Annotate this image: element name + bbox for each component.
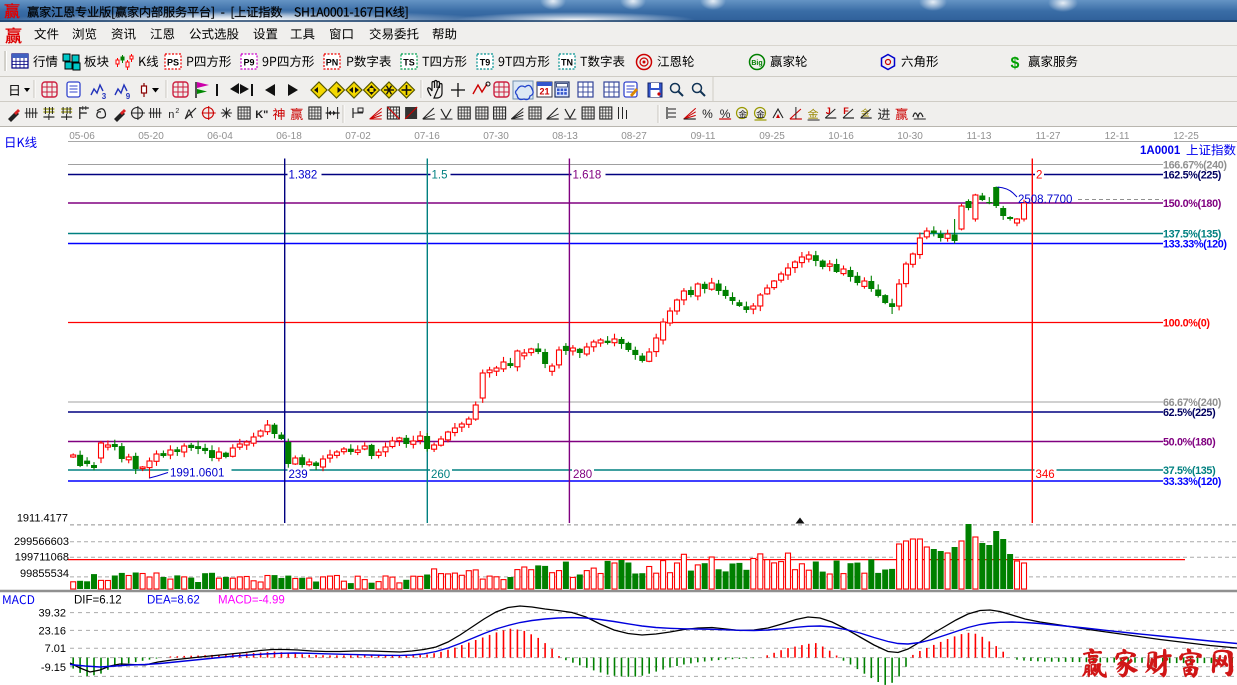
svg-text:PN: PN: [326, 58, 339, 68]
svg-text:2: 2: [1036, 170, 1042, 182]
svg-text:10-16: 10-16: [828, 131, 854, 142]
svg-text:3: 3: [102, 92, 107, 101]
svg-text:239: 239: [289, 469, 308, 481]
svg-text:P9: P9: [243, 58, 254, 68]
svg-text:199711068: 199711068: [15, 552, 69, 564]
svg-text:n: n: [168, 109, 174, 121]
svg-text:50.0%(180): 50.0%(180): [1163, 437, 1216, 449]
svg-text:260: 260: [431, 469, 450, 481]
svg-text:MACD=-4.99: MACD=-4.99: [218, 595, 285, 607]
svg-text:DIF=6.12: DIF=6.12: [74, 595, 122, 607]
svg-text:09-11: 09-11: [691, 131, 716, 142]
svg-text:299566603: 299566603: [14, 536, 69, 548]
svg-text:06-04: 06-04: [207, 131, 233, 142]
svg-text:DEA=8.62: DEA=8.62: [147, 595, 200, 607]
svg-text:10-30: 10-30: [897, 131, 923, 142]
svg-text:TN: TN: [561, 58, 573, 68]
svg-text:07-02: 07-02: [345, 131, 371, 142]
svg-text:2508.7700: 2508.7700: [1018, 194, 1072, 206]
svg-text:%: %: [702, 107, 713, 121]
svg-text:PS: PS: [167, 58, 179, 68]
svg-text:$: $: [1011, 55, 1020, 72]
svg-text:J: J: [826, 106, 831, 116]
svg-text:A: A: [185, 107, 193, 121]
svg-text:162.5%(225): 162.5%(225): [1163, 170, 1222, 182]
svg-text:1991.0601: 1991.0601: [170, 468, 224, 480]
svg-text:Big: Big: [751, 60, 762, 67]
svg-text:11-27: 11-27: [1036, 131, 1061, 142]
svg-text:1.618: 1.618: [573, 170, 602, 182]
svg-text:06-18: 06-18: [276, 131, 302, 142]
svg-text:12-11: 12-11: [1105, 131, 1130, 142]
svg-text:150.0%(180): 150.0%(180): [1163, 198, 1222, 210]
svg-text:62.5%(225): 62.5%(225): [1163, 407, 1216, 419]
svg-text:9: 9: [126, 92, 131, 101]
svg-text:1.382: 1.382: [289, 170, 318, 182]
svg-text:2: 2: [175, 108, 179, 115]
svg-text:33.33%(120): 33.33%(120): [1163, 476, 1222, 488]
svg-text:1A0001: 1A0001: [1140, 145, 1181, 157]
svg-text:100.0%(0): 100.0%(0): [1163, 318, 1210, 330]
svg-text:133.33%(120): 133.33%(120): [1163, 239, 1227, 251]
svg-text:08-13: 08-13: [552, 131, 578, 142]
svg-text:-9.15: -9.15: [41, 662, 66, 674]
svg-text:1911.4177: 1911.4177: [17, 513, 68, 525]
svg-text:07-30: 07-30: [483, 131, 509, 142]
svg-text:280: 280: [573, 469, 592, 481]
svg-text:07-16: 07-16: [414, 131, 440, 142]
svg-text:08-27: 08-27: [621, 131, 647, 142]
svg-text:7.01: 7.01: [45, 643, 66, 655]
svg-text:12-25: 12-25: [1173, 131, 1199, 142]
svg-text:TS: TS: [403, 58, 415, 68]
svg-text:346: 346: [1036, 469, 1055, 481]
svg-text:K": K": [255, 109, 268, 121]
svg-text:99855534: 99855534: [20, 568, 69, 580]
svg-text:21: 21: [539, 87, 549, 97]
svg-text:05-06: 05-06: [69, 131, 95, 142]
svg-text:23.16: 23.16: [38, 625, 66, 637]
svg-text:T9: T9: [480, 58, 491, 68]
svg-text:09-25: 09-25: [759, 131, 785, 142]
svg-text:1.5: 1.5: [432, 170, 448, 182]
svg-text:11-13: 11-13: [967, 131, 992, 142]
svg-text:05-20: 05-20: [138, 131, 164, 142]
svg-text:39.32: 39.32: [38, 608, 66, 620]
